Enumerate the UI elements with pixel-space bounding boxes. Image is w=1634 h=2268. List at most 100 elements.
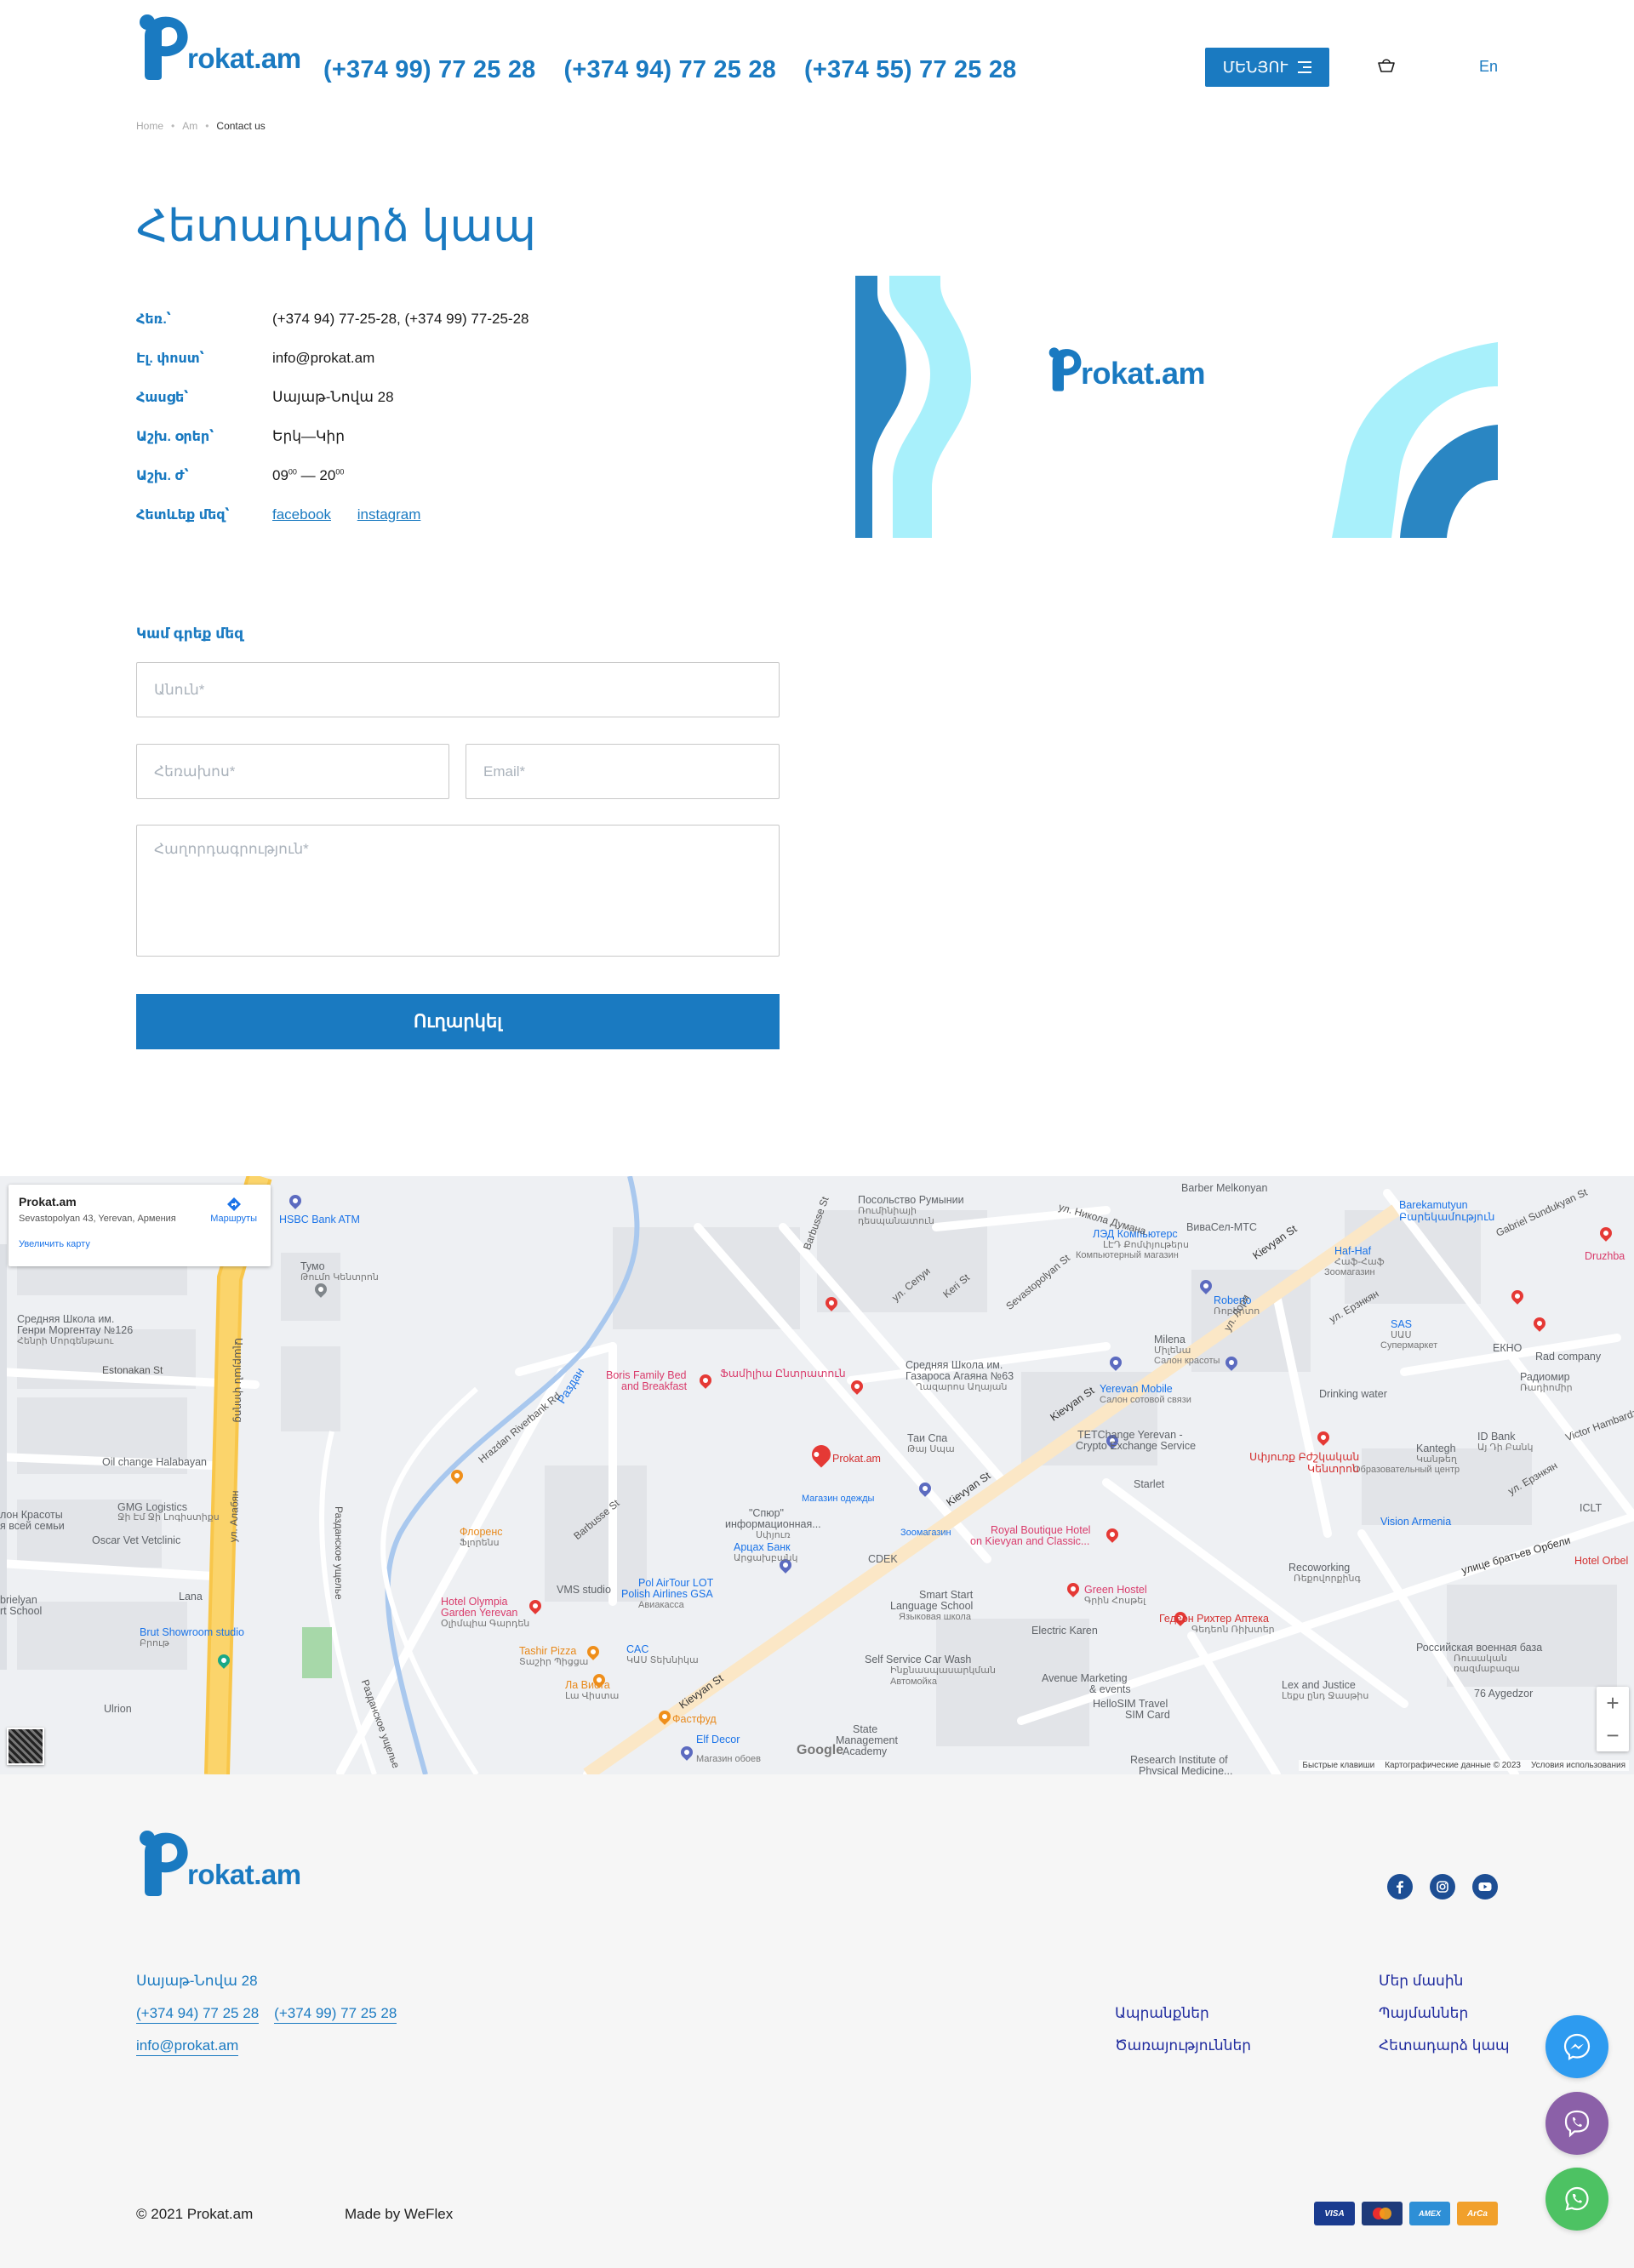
map-label: դեսպանատուն xyxy=(858,1216,934,1226)
footer-phone-2[interactable]: (+374 99) 77 25 28 xyxy=(274,2005,397,2024)
routes-button[interactable]: Маршруты xyxy=(210,1197,257,1224)
zoom-in-button[interactable]: + xyxy=(1597,1687,1629,1719)
instagram-icon[interactable] xyxy=(1430,1874,1455,1900)
map-place-card: Prokat.am Sevastopolyan 43, Yerevan, Арм… xyxy=(9,1185,271,1266)
map-label: ул. Алабян xyxy=(227,1490,242,1543)
map-label: Elf Decor xyxy=(696,1734,740,1745)
map-label: Газароса Агаяна №63 xyxy=(906,1370,1014,1382)
phone-link-3[interactable]: (+374 55) 77 25 28 xyxy=(804,56,1017,84)
map-shortcuts-link[interactable]: Быстрые клавиши xyxy=(1302,1761,1374,1770)
map-label: Российская военная база xyxy=(1416,1642,1543,1654)
map-label: CDEK xyxy=(868,1553,898,1565)
info-value-phone: (+374 94) 77-25-28, (+374 99) 77-25-28 xyxy=(272,311,529,327)
message-input[interactable] xyxy=(136,825,780,957)
send-button[interactable]: Ուղարկել xyxy=(136,994,780,1049)
email-input[interactable] xyxy=(466,744,780,799)
phone-input[interactable] xyxy=(136,744,449,799)
hours-to-minutes: 00 xyxy=(335,467,345,477)
map-label: ICLT xyxy=(1580,1502,1603,1514)
youtube-icon[interactable] xyxy=(1472,1874,1498,1900)
map-label: Barekamutyun xyxy=(1399,1199,1468,1211)
map-label: Ռեքովորքինգ xyxy=(1294,1574,1361,1584)
map-label: Թումո Կենտրոն xyxy=(300,1272,379,1283)
viber-button[interactable] xyxy=(1545,2092,1608,2155)
phone-link-2[interactable]: (+374 94) 77 25 28 xyxy=(564,56,777,84)
map-label: Starlet xyxy=(1134,1478,1165,1490)
map-label: Haf-Haf xyxy=(1334,1245,1372,1257)
map-label: Recoworking xyxy=(1288,1562,1351,1574)
breadcrumb-am[interactable]: Am xyxy=(182,120,197,132)
footer-email[interactable]: info@prokat.am xyxy=(136,2037,239,2056)
footer-address: Սայաթ-Նովա 28 xyxy=(136,1973,258,1989)
info-value-email[interactable]: info@prokat.am xyxy=(272,350,374,367)
map-label: Ռուսական xyxy=(1454,1654,1507,1664)
map[interactable]: HSBC Bank ATM Тумо Թումո Կենտրոն Средняя… xyxy=(0,1176,1634,1774)
logo-p-icon xyxy=(140,1831,188,1896)
footer-socials xyxy=(1387,1874,1498,1900)
made-by-link[interactable]: Made by WeFlex xyxy=(345,2206,453,2223)
map-terms-link[interactable]: Условия использования xyxy=(1531,1761,1625,1770)
map-label: Фастфуд xyxy=(672,1713,717,1725)
map-label: Магазин обоев xyxy=(696,1754,761,1764)
map-label: я всей семьи xyxy=(0,1520,65,1532)
menu-button[interactable]: ՄԵՆՅՈՒ xyxy=(1205,48,1329,87)
banner-logo: rokat.am xyxy=(1047,346,1206,391)
footer-nav-contact[interactable]: Հետադարձ կապ xyxy=(1379,2037,1510,2070)
footer-phone-1[interactable]: (+374 94) 77 25 28 xyxy=(136,2005,260,2024)
whatsapp-button[interactable] xyxy=(1545,2168,1608,2231)
map-label: Гедеон Рихтер Аптека xyxy=(1159,1613,1269,1625)
brand-banner: rokat.am xyxy=(855,276,1498,538)
footer-nav-products[interactable]: Ապրանքներ xyxy=(1115,2005,1251,2037)
facebook-link[interactable]: facebook xyxy=(272,506,331,523)
map-label: Գեդեոն Ռիխտեր xyxy=(1191,1625,1275,1635)
map-label: ՍԱՍ xyxy=(1391,1330,1412,1340)
footer-nav-about[interactable]: Մեր մասին xyxy=(1379,1973,1510,2005)
arca-icon: ArCa xyxy=(1457,2202,1498,2225)
map-label: Магазин одежды xyxy=(802,1494,875,1504)
hours-to: 20 xyxy=(319,467,336,483)
map-label: Языковая школа xyxy=(899,1612,971,1622)
map-label: Brut Showroom studio xyxy=(140,1626,244,1638)
map-label: rt School xyxy=(0,1605,43,1617)
facebook-icon[interactable] xyxy=(1387,1874,1413,1900)
footer-nav-terms[interactable]: Պայմաններ xyxy=(1379,2005,1510,2037)
map-label: Таи Спа xyxy=(907,1432,948,1444)
instagram-link[interactable]: instagram xyxy=(357,506,421,523)
name-input[interactable] xyxy=(136,662,780,717)
logo-text: rokat.am xyxy=(187,43,301,74)
satellite-toggle[interactable] xyxy=(7,1728,44,1765)
map-label: Հաֆ-Հաֆ xyxy=(1334,1257,1385,1267)
footer-logo[interactable]: rokat.am xyxy=(136,1828,301,1896)
map-label: Образовательный центр xyxy=(1353,1465,1460,1475)
map-label: Գրին Հոսթել xyxy=(1084,1596,1146,1606)
zoom-out-button[interactable]: − xyxy=(1597,1719,1629,1751)
map-label: and Breakfast xyxy=(621,1380,688,1392)
breadcrumb-separator: • xyxy=(205,120,209,132)
cart-icon[interactable] xyxy=(1377,58,1396,77)
info-value-hours: 0900 — 2000 xyxy=(272,467,344,484)
map-label: Միլենա xyxy=(1154,1345,1191,1356)
map-label: Estonakan St xyxy=(102,1364,163,1376)
map-label: Генри Моргентау №126 xyxy=(17,1324,134,1336)
map-label: Լա Վիստա xyxy=(565,1691,620,1701)
header-logo[interactable]: rokat.am xyxy=(136,12,301,80)
map-label: & events xyxy=(1089,1683,1131,1695)
info-row-days: Աշխ. օրեր՝ Երկ—Կիր xyxy=(136,417,528,456)
burger-icon xyxy=(1298,61,1312,73)
enlarge-map-link[interactable]: Увеличить карту xyxy=(19,1239,260,1249)
banner-waves-graphic xyxy=(855,276,1498,538)
map-label: Салон красоты xyxy=(1154,1356,1220,1366)
logo-text: rokat.am xyxy=(187,1859,301,1890)
footer-nav-services[interactable]: Ծառայություններ xyxy=(1115,2037,1251,2070)
messenger-button[interactable] xyxy=(1545,2015,1608,2078)
map-label: Ulrion xyxy=(104,1703,132,1715)
language-switch[interactable]: En xyxy=(1479,58,1498,76)
map-label: информационная... xyxy=(725,1518,821,1530)
info-value-social: facebook instagram xyxy=(272,506,443,523)
map-label: Polish Airlines GSA xyxy=(621,1588,713,1600)
phone-link-1[interactable]: (+374 99) 77 25 28 xyxy=(323,56,536,84)
copyright: © 2021 Prokat.am xyxy=(136,2206,254,2222)
hours-separator: — xyxy=(296,467,320,483)
breadcrumb-home[interactable]: Home xyxy=(136,120,163,132)
map-label: Language School xyxy=(890,1600,974,1612)
